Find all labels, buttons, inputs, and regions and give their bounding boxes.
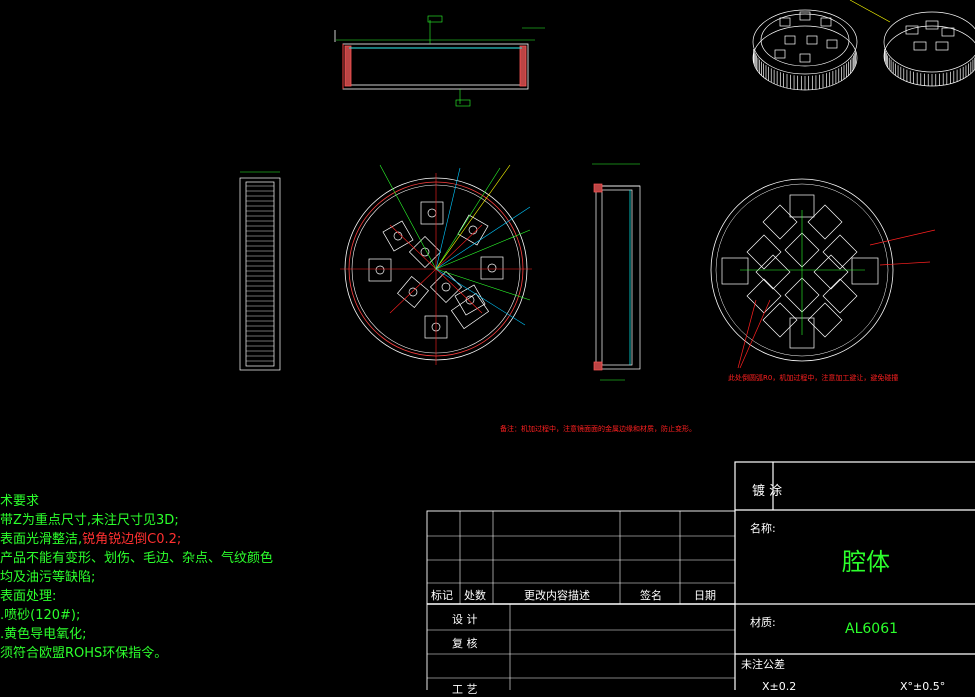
left-side-view xyxy=(239,171,281,371)
tech-req-line-2a: 表面光滑整洁, xyxy=(0,532,83,547)
material-value: AL6061 xyxy=(845,621,899,637)
right-plan-view xyxy=(710,178,936,369)
tech-req-line-1: 带Z为重点尺寸,未注尺寸见3D; xyxy=(0,513,179,528)
material-label: 材质: xyxy=(750,616,776,629)
tech-req-line-8: 须符合欧盟ROHS环保指令。 xyxy=(0,646,168,661)
title-block-frame xyxy=(426,461,975,690)
tech-req-line-2b: 锐角锐边倒C0.2; xyxy=(82,532,182,547)
top-section-view xyxy=(334,15,545,107)
middle-section-view xyxy=(592,163,641,381)
iso-view-bottom xyxy=(883,11,975,87)
rev-header-sign: 签名 xyxy=(640,589,662,602)
rev-header-desc: 更改内容描述 xyxy=(524,589,590,602)
row-review-label: 复 核 xyxy=(452,637,478,650)
row-process-label: 工 艺 xyxy=(452,683,478,696)
tech-req-line-2: 表面光滑整洁,锐角锐边倒C0.2; xyxy=(0,530,273,549)
tech-req-title: 术要求 xyxy=(0,494,40,509)
iso-view-top xyxy=(752,0,891,91)
tech-req-line-3: 产品不能有变形、划伤、毛边、杂点、气纹颜色 xyxy=(0,551,274,566)
rev-header-count: 处数 xyxy=(464,589,486,602)
name-label: 名称: xyxy=(750,522,776,535)
main-plan-view xyxy=(340,164,532,365)
tolerance-linear: X±0.2 xyxy=(762,680,797,693)
row-design-label: 设 计 xyxy=(452,613,478,626)
right-note: 此处倒圆弧R0，机加过程中，注意加工避让，避免碰撞 xyxy=(728,374,899,382)
tolerance-label: 未注公差 xyxy=(741,658,785,671)
plating-label: 镀 涂 xyxy=(752,484,783,499)
rev-header-mark: 标记 xyxy=(431,589,453,602)
tech-req-line-5: 表面处理: xyxy=(0,589,57,604)
center-note: 备注：机加过程中，注意镜面面的金属边缘和材质，防止变形。 xyxy=(500,425,696,433)
tolerance-angular: X°±0.5° xyxy=(900,680,946,693)
rev-header-date: 日期 xyxy=(694,589,716,602)
part-name: 腔体 xyxy=(842,548,890,576)
tech-req-line-4: 均及油污等缺陷; xyxy=(0,570,96,585)
tech-req-line-7: .黄色导电氧化; xyxy=(0,627,87,642)
technical-requirements: 术要求 带Z为重点尺寸,未注尺寸见3D; 表面光滑整洁,锐角锐边倒C0.2; 产… xyxy=(0,492,273,663)
tech-req-line-6: .喷砂(120#); xyxy=(0,608,81,623)
